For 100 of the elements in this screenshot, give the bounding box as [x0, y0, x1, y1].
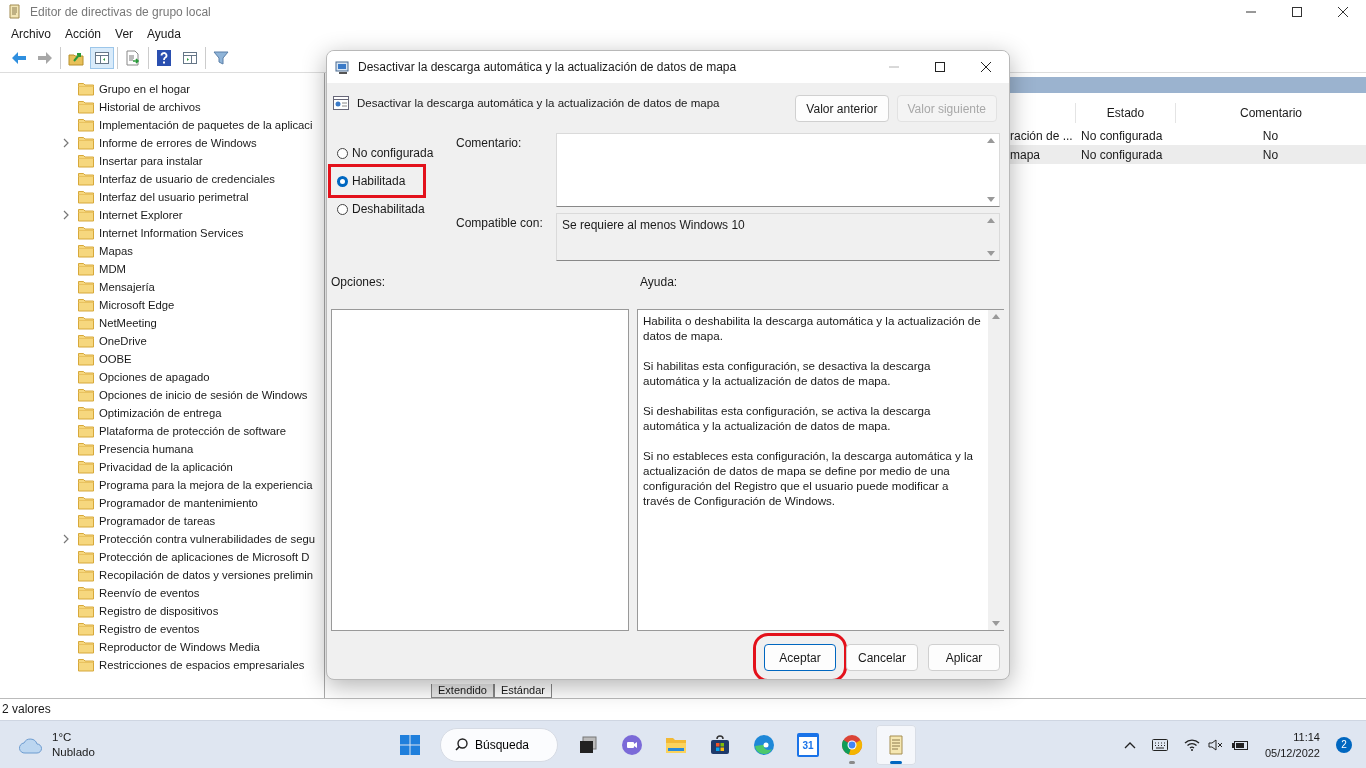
browser-icon[interactable]	[841, 733, 863, 756]
tree-item[interactable]: Privacidad de la aplicación	[0, 458, 324, 476]
folder-icon	[78, 100, 94, 114]
calendar-button[interactable]: 31	[788, 724, 828, 765]
tree-item[interactable]: Interfaz de usuario de credenciales	[0, 170, 324, 188]
column-header[interactable]: Estado	[1075, 102, 1175, 123]
dialog-button[interactable]: Cancelar	[846, 644, 918, 671]
tree-item[interactable]: Programador de tareas	[0, 512, 324, 530]
folder-icon	[78, 478, 94, 492]
tree-item[interactable]: Presencia humana	[0, 440, 324, 458]
tree-item[interactable]: OneDrive	[0, 332, 324, 350]
tree-item[interactable]: Interfaz del usuario perimetral	[0, 188, 324, 206]
maximize-icon[interactable]	[1292, 7, 1302, 17]
tree-item[interactable]: NetMeeting	[0, 314, 324, 332]
view-tab[interactable]: Estándar	[493, 684, 552, 698]
folder-icon	[78, 172, 94, 186]
tree-item[interactable]: Reproductor de Windows Media	[0, 638, 324, 656]
tree-item[interactable]: Registro de dispositivos	[0, 602, 324, 620]
tree-item[interactable]: Microsoft Edge	[0, 296, 324, 314]
app-scroll-icon	[8, 4, 22, 20]
table-row[interactable]: mapa No configurada No	[1010, 145, 1366, 164]
scroll-down-icon[interactable]	[987, 251, 995, 256]
swirl-icon[interactable]	[753, 733, 775, 756]
chevron-right-icon[interactable]	[62, 210, 70, 220]
store-icon[interactable]	[710, 734, 730, 755]
task-view-icon[interactable]	[578, 734, 598, 755]
tree-item[interactable]: Grupo en el hogar	[0, 80, 324, 98]
tree-item[interactable]: Mapas	[0, 242, 324, 260]
tree-item[interactable]: Implementación de paquetes de la aplicaci	[0, 116, 324, 134]
weather-condition: Nublado	[52, 744, 95, 760]
radio-option[interactable]: Habilitada	[335, 171, 419, 191]
table-cell-text: No	[1261, 147, 1280, 162]
view-tab[interactable]: Extendido	[431, 684, 494, 698]
menu-item[interactable]: Archivo	[4, 27, 58, 41]
scroll-up-icon[interactable]	[992, 314, 1000, 319]
folder-icon	[78, 514, 94, 528]
folder-icon	[78, 586, 94, 600]
close-icon[interactable]	[1338, 7, 1348, 17]
tree-item[interactable]: Opciones de apagado	[0, 368, 324, 386]
table-row[interactable]: ración de ... No configurada No	[1010, 126, 1366, 145]
radio-option[interactable]: Deshabilitada	[335, 195, 425, 223]
document-icon[interactable]	[887, 733, 905, 756]
settings-window-icon	[335, 59, 351, 75]
tree-item[interactable]: Programador de mantenimiento	[0, 494, 324, 512]
keyboard-icon[interactable]	[1151, 738, 1168, 751]
tree-item[interactable]: Restricciones de espacios empresariales	[0, 656, 324, 674]
tree-item[interactable]: Registro de eventos	[0, 620, 324, 638]
menu-item[interactable]: Acción	[58, 27, 109, 41]
folder-icon	[78, 532, 94, 546]
tree-item[interactable]: Historial de archivos	[0, 98, 324, 116]
tree-item[interactable]: Protección contra vulnerabilidades de segu	[0, 530, 324, 548]
tree-item[interactable]: Programa para la mejora de la experiencia	[0, 476, 324, 494]
tree-item[interactable]: Optimización de entrega	[0, 404, 324, 422]
table-cell-text: No configurada	[1080, 128, 1164, 143]
chevron-right-icon[interactable]	[62, 534, 70, 544]
field-label: Comentario:	[456, 135, 523, 152]
tree-item[interactable]: Reenvío de eventos	[0, 584, 324, 602]
scroll-down-icon[interactable]	[992, 621, 1000, 626]
table-cell-text: mapa	[1010, 147, 1042, 162]
tree-item[interactable]: Protección de aplicaciones de Microsoft D	[0, 548, 324, 566]
section-label: Ayuda:	[639, 275, 679, 289]
tree-item[interactable]: Mensajería	[0, 278, 324, 296]
search-box[interactable]: Búsqueda	[440, 727, 558, 762]
chevron-up-icon[interactable]	[1123, 740, 1136, 749]
tree-item[interactable]: Opciones de inicio de sesión de Windows	[0, 386, 324, 404]
clock-time: 11:14	[1292, 729, 1320, 745]
tree-item[interactable]: OOBE	[0, 350, 324, 368]
speaker-muted-icon[interactable]	[1207, 737, 1224, 752]
nav-button[interactable]: Valor anterior	[795, 95, 889, 122]
radio-option[interactable]: No configurada	[335, 139, 434, 167]
menu-item[interactable]: Ver	[108, 27, 141, 41]
scroll-up-icon[interactable]	[987, 218, 995, 223]
tree-item[interactable]: Recopilación de datos y versiones prelimin	[0, 566, 324, 584]
folder-icon	[78, 622, 94, 636]
chevron-right-icon[interactable]	[62, 138, 70, 148]
tree-item[interactable]: Informe de errores de Windows	[0, 134, 324, 152]
help-paragraph: Si no estableces esta configuración, la descarga automática y la actualización de datos de mapa se define por medio de una configuración del Registro que el usuario puede modificar a través de Configuración de Windows.	[643, 448, 974, 508]
column-header[interactable]: Comentario	[1175, 102, 1366, 123]
scroll-up-icon[interactable]	[987, 138, 995, 143]
tree-item[interactable]: MDM	[0, 260, 324, 278]
scroll-down-icon[interactable]	[987, 197, 995, 202]
folder-icon	[78, 136, 94, 150]
folder-icon	[78, 154, 94, 168]
tree-item[interactable]: Internet Information Services	[0, 224, 324, 242]
folder-icon	[78, 316, 94, 330]
menu-item[interactable]: Ayuda	[140, 27, 188, 41]
table-cell-text: No	[1261, 128, 1280, 143]
tree-item[interactable]: Insertar para instalar	[0, 152, 324, 170]
close-icon[interactable]	[981, 62, 991, 72]
table-cell-text: No configurada	[1080, 147, 1164, 162]
dialog-button[interactable]: Aplicar	[928, 644, 1000, 671]
comment-field[interactable]	[556, 133, 1000, 207]
chat-icon[interactable]	[621, 733, 643, 756]
tree-item[interactable]: Plataforma de protección de software	[0, 422, 324, 440]
wifi-icon[interactable]	[1183, 738, 1200, 751]
folder-icon	[78, 604, 94, 618]
maximize-icon[interactable]	[935, 62, 945, 72]
notification-badge[interactable]: 2	[1336, 736, 1352, 753]
battery-icon[interactable]	[1231, 738, 1249, 751]
tree-item[interactable]: Internet Explorer	[0, 206, 324, 224]
